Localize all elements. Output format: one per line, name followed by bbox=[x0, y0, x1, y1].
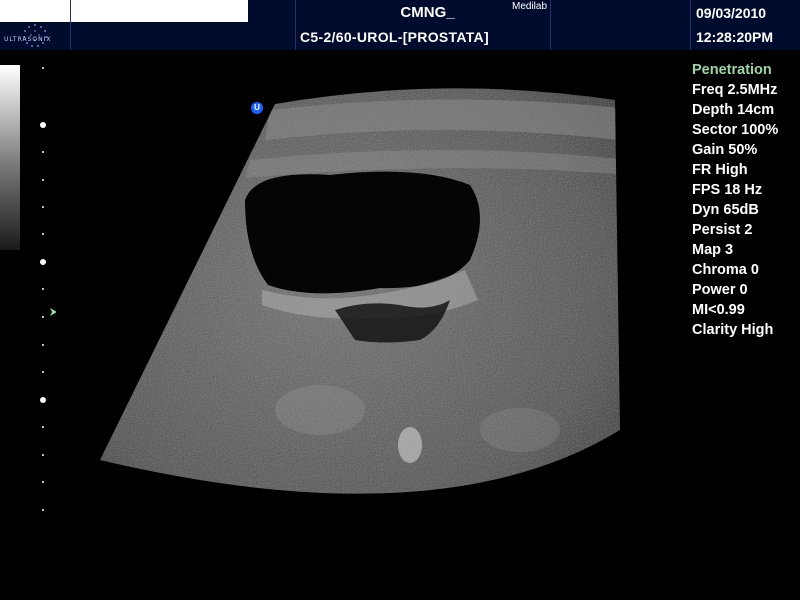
probe-orientation-icon: U bbox=[251, 102, 263, 114]
param-persistence[interactable]: Persist 2 bbox=[692, 220, 778, 240]
focus-marker-icon bbox=[50, 308, 56, 316]
param-sector[interactable]: Sector 100% bbox=[692, 120, 778, 140]
imaging-mode[interactable]: Penetration bbox=[692, 60, 778, 80]
param-gain[interactable]: Gain 50% bbox=[692, 140, 778, 160]
param-fps: FPS 18 Hz bbox=[692, 182, 763, 198]
param-depth[interactable]: Depth 14cm bbox=[692, 100, 778, 120]
param-map[interactable]: Map 3 bbox=[692, 240, 778, 260]
param-power[interactable]: Power 0 bbox=[692, 280, 778, 300]
param-dynamic-range[interactable]: Dyn 65dB bbox=[692, 200, 778, 220]
ultrasound-image bbox=[100, 88, 620, 494]
depth-scale bbox=[40, 67, 56, 511]
param-clarity[interactable]: Clarity High bbox=[692, 320, 778, 340]
param-chroma[interactable]: Chroma 0 bbox=[692, 260, 778, 280]
param-frequency[interactable]: Freq 2.5MHz bbox=[692, 80, 778, 100]
imaging-parameters-panel: Penetration Freq 2.5MHz Depth 14cm Secto… bbox=[692, 60, 778, 340]
param-frame-rate[interactable]: FR High bbox=[692, 160, 778, 180]
param-mechanical-index: MI<0.99 bbox=[692, 302, 745, 318]
